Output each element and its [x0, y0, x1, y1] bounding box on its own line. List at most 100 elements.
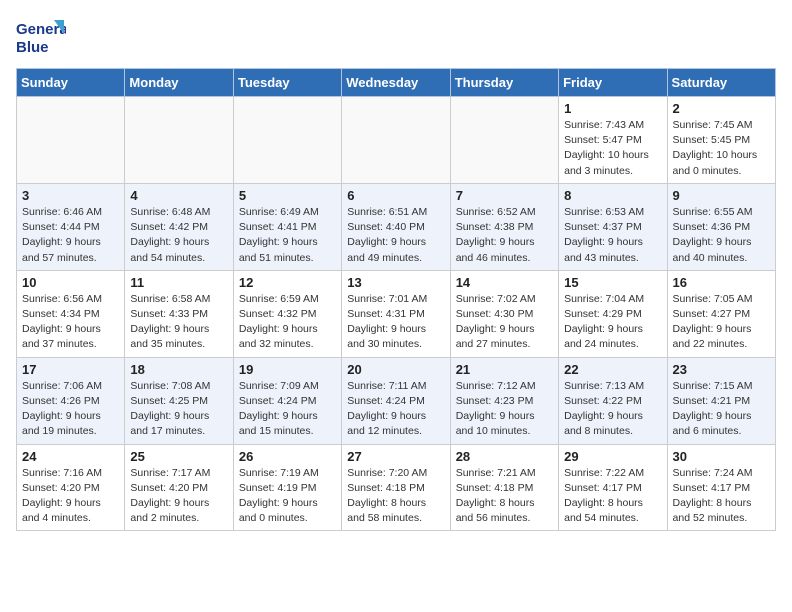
- calendar-cell: 14 Sunrise: 7:02 AM Sunset: 4:30 PM Dayli…: [450, 270, 558, 357]
- day-number: 27: [347, 449, 444, 464]
- day-info: Sunrise: 7:45 AM Sunset: 5:45 PM Dayligh…: [673, 118, 770, 179]
- svg-text:Blue: Blue: [16, 39, 49, 56]
- calendar-cell: 28Sunrise: 7:21 AM Sunset: 4:18 PM Dayli…: [450, 444, 558, 531]
- weekday-header: Monday: [125, 69, 233, 97]
- day-info: Sunrise: 7:06 AM Sunset: 4:26 PM Dayligh…: [22, 379, 119, 440]
- calendar-cell: 21 Sunrise: 7:12 AM Sunset: 4:23 PM Dayli…: [450, 357, 558, 444]
- day-number: 21: [456, 362, 553, 377]
- weekday-header: Sunday: [17, 69, 125, 97]
- calendar-cell: [450, 97, 558, 184]
- calendar-cell: [17, 97, 125, 184]
- day-info: Sunrise: 6:56 AM Sunset: 4:34 PM Dayligh…: [22, 292, 119, 353]
- calendar-cell: 5 Sunrise: 6:49 AM Sunset: 4:41 PM Daylig…: [233, 183, 341, 270]
- calendar-cell: 1 Sunrise: 7:43 AM Sunset: 5:47 PM Daylig…: [559, 97, 667, 184]
- day-info: Sunrise: 7:12 AM Sunset: 4:23 PM Dayligh…: [456, 379, 553, 440]
- day-number: 3: [22, 188, 119, 203]
- calendar-table: SundayMondayTuesdayWednesdayThursdayFrid…: [16, 68, 776, 531]
- day-number: 23: [673, 362, 770, 377]
- calendar-cell: 13Sunrise: 7:01 AM Sunset: 4:31 PM Dayli…: [342, 270, 450, 357]
- calendar-week-row: 3 Sunrise: 6:46 AM Sunset: 4:44 PM Daylig…: [17, 183, 776, 270]
- calendar-week-row: 24Sunrise: 7:16 AM Sunset: 4:20 PM Dayli…: [17, 444, 776, 531]
- day-number: 1: [564, 101, 661, 116]
- weekday-header: Saturday: [667, 69, 775, 97]
- day-info: Sunrise: 6:58 AM Sunset: 4:33 PM Dayligh…: [130, 292, 227, 353]
- day-number: 30: [673, 449, 770, 464]
- day-info: Sunrise: 7:15 AM Sunset: 4:21 PM Dayligh…: [673, 379, 770, 440]
- calendar-cell: 25Sunrise: 7:17 AM Sunset: 4:20 PM Dayli…: [125, 444, 233, 531]
- day-number: 11: [130, 275, 227, 290]
- calendar-cell: 2Sunrise: 7:45 AM Sunset: 5:45 PM Daylig…: [667, 97, 775, 184]
- day-info: Sunrise: 7:11 AM Sunset: 4:24 PM Dayligh…: [347, 379, 444, 440]
- calendar-week-row: 10 Sunrise: 6:56 AM Sunset: 4:34 PM Dayli…: [17, 270, 776, 357]
- calendar-cell: 3 Sunrise: 6:46 AM Sunset: 4:44 PM Daylig…: [17, 183, 125, 270]
- day-info: Sunrise: 6:49 AM Sunset: 4:41 PM Dayligh…: [239, 205, 336, 266]
- calendar-cell: 12Sunrise: 6:59 AM Sunset: 4:32 PM Dayli…: [233, 270, 341, 357]
- day-info: Sunrise: 7:05 AM Sunset: 4:27 PM Dayligh…: [673, 292, 770, 353]
- day-number: 12: [239, 275, 336, 290]
- day-number: 16: [673, 275, 770, 290]
- calendar-cell: 11 Sunrise: 6:58 AM Sunset: 4:33 PM Dayli…: [125, 270, 233, 357]
- day-info: Sunrise: 7:13 AM Sunset: 4:22 PM Dayligh…: [564, 379, 661, 440]
- page-header: GeneralBlue: [16, 16, 776, 58]
- day-number: 8: [564, 188, 661, 203]
- day-number: 13: [347, 275, 444, 290]
- day-number: 18: [130, 362, 227, 377]
- day-number: 14: [456, 275, 553, 290]
- calendar-cell: 17 Sunrise: 7:06 AM Sunset: 4:26 PM Dayli…: [17, 357, 125, 444]
- weekday-header: Friday: [559, 69, 667, 97]
- day-number: 26: [239, 449, 336, 464]
- day-info: Sunrise: 7:43 AM Sunset: 5:47 PM Dayligh…: [564, 118, 661, 179]
- calendar-cell: 27 Sunrise: 7:20 AM Sunset: 4:18 PM Dayli…: [342, 444, 450, 531]
- day-number: 15: [564, 275, 661, 290]
- day-info: Sunrise: 7:09 AM Sunset: 4:24 PM Dayligh…: [239, 379, 336, 440]
- calendar-cell: 10 Sunrise: 6:56 AM Sunset: 4:34 PM Dayli…: [17, 270, 125, 357]
- day-number: 6: [347, 188, 444, 203]
- calendar-cell: 29 Sunrise: 7:22 AM Sunset: 4:17 PM Dayli…: [559, 444, 667, 531]
- calendar-cell: 16 Sunrise: 7:05 AM Sunset: 4:27 PM Dayli…: [667, 270, 775, 357]
- logo: GeneralBlue: [16, 16, 66, 58]
- day-number: 10: [22, 275, 119, 290]
- day-info: Sunrise: 6:51 AM Sunset: 4:40 PM Dayligh…: [347, 205, 444, 266]
- day-number: 4: [130, 188, 227, 203]
- calendar-cell: 20 Sunrise: 7:11 AM Sunset: 4:24 PM Dayli…: [342, 357, 450, 444]
- weekday-header: Thursday: [450, 69, 558, 97]
- day-number: 7: [456, 188, 553, 203]
- day-number: 9: [673, 188, 770, 203]
- day-info: Sunrise: 6:46 AM Sunset: 4:44 PM Dayligh…: [22, 205, 119, 266]
- day-info: Sunrise: 7:02 AM Sunset: 4:30 PM Dayligh…: [456, 292, 553, 353]
- day-number: 17: [22, 362, 119, 377]
- day-info: Sunrise: 7:21 AM Sunset: 4:18 PM Dayligh…: [456, 466, 553, 527]
- calendar-cell: 9 Sunrise: 6:55 AM Sunset: 4:36 PM Daylig…: [667, 183, 775, 270]
- day-number: 22: [564, 362, 661, 377]
- calendar-cell: [233, 97, 341, 184]
- weekday-header: Tuesday: [233, 69, 341, 97]
- day-number: 29: [564, 449, 661, 464]
- day-info: Sunrise: 6:53 AM Sunset: 4:37 PM Dayligh…: [564, 205, 661, 266]
- day-info: Sunrise: 7:08 AM Sunset: 4:25 PM Dayligh…: [130, 379, 227, 440]
- day-info: Sunrise: 7:19 AM Sunset: 4:19 PM Dayligh…: [239, 466, 336, 527]
- calendar-week-row: 17 Sunrise: 7:06 AM Sunset: 4:26 PM Dayli…: [17, 357, 776, 444]
- day-info: Sunrise: 7:22 AM Sunset: 4:17 PM Dayligh…: [564, 466, 661, 527]
- calendar-cell: 8 Sunrise: 6:53 AM Sunset: 4:37 PM Daylig…: [559, 183, 667, 270]
- calendar-cell: 22 Sunrise: 7:13 AM Sunset: 4:22 PM Dayli…: [559, 357, 667, 444]
- weekday-header: Wednesday: [342, 69, 450, 97]
- day-info: Sunrise: 7:04 AM Sunset: 4:29 PM Dayligh…: [564, 292, 661, 353]
- calendar-cell: 18 Sunrise: 7:08 AM Sunset: 4:25 PM Dayli…: [125, 357, 233, 444]
- day-info: Sunrise: 7:20 AM Sunset: 4:18 PM Dayligh…: [347, 466, 444, 527]
- day-info: Sunrise: 7:17 AM Sunset: 4:20 PM Dayligh…: [130, 466, 227, 527]
- calendar-cell: 15 Sunrise: 7:04 AM Sunset: 4:29 PM Dayli…: [559, 270, 667, 357]
- calendar-cell: 26 Sunrise: 7:19 AM Sunset: 4:19 PM Dayli…: [233, 444, 341, 531]
- day-info: Sunrise: 7:24 AM Sunset: 4:17 PM Dayligh…: [673, 466, 770, 527]
- day-number: 19: [239, 362, 336, 377]
- day-info: Sunrise: 6:55 AM Sunset: 4:36 PM Dayligh…: [673, 205, 770, 266]
- day-number: 24: [22, 449, 119, 464]
- calendar-cell: 7Sunrise: 6:52 AM Sunset: 4:38 PM Daylig…: [450, 183, 558, 270]
- calendar-cell: [125, 97, 233, 184]
- day-number: 5: [239, 188, 336, 203]
- day-number: 20: [347, 362, 444, 377]
- calendar-cell: 23 Sunrise: 7:15 AM Sunset: 4:21 PM Dayli…: [667, 357, 775, 444]
- weekday-header-row: SundayMondayTuesdayWednesdayThursdayFrid…: [17, 69, 776, 97]
- calendar-cell: 24Sunrise: 7:16 AM Sunset: 4:20 PM Dayli…: [17, 444, 125, 531]
- calendar-cell: 19 Sunrise: 7:09 AM Sunset: 4:24 PM Dayli…: [233, 357, 341, 444]
- calendar-cell: 4Sunrise: 6:48 AM Sunset: 4:42 PM Daylig…: [125, 183, 233, 270]
